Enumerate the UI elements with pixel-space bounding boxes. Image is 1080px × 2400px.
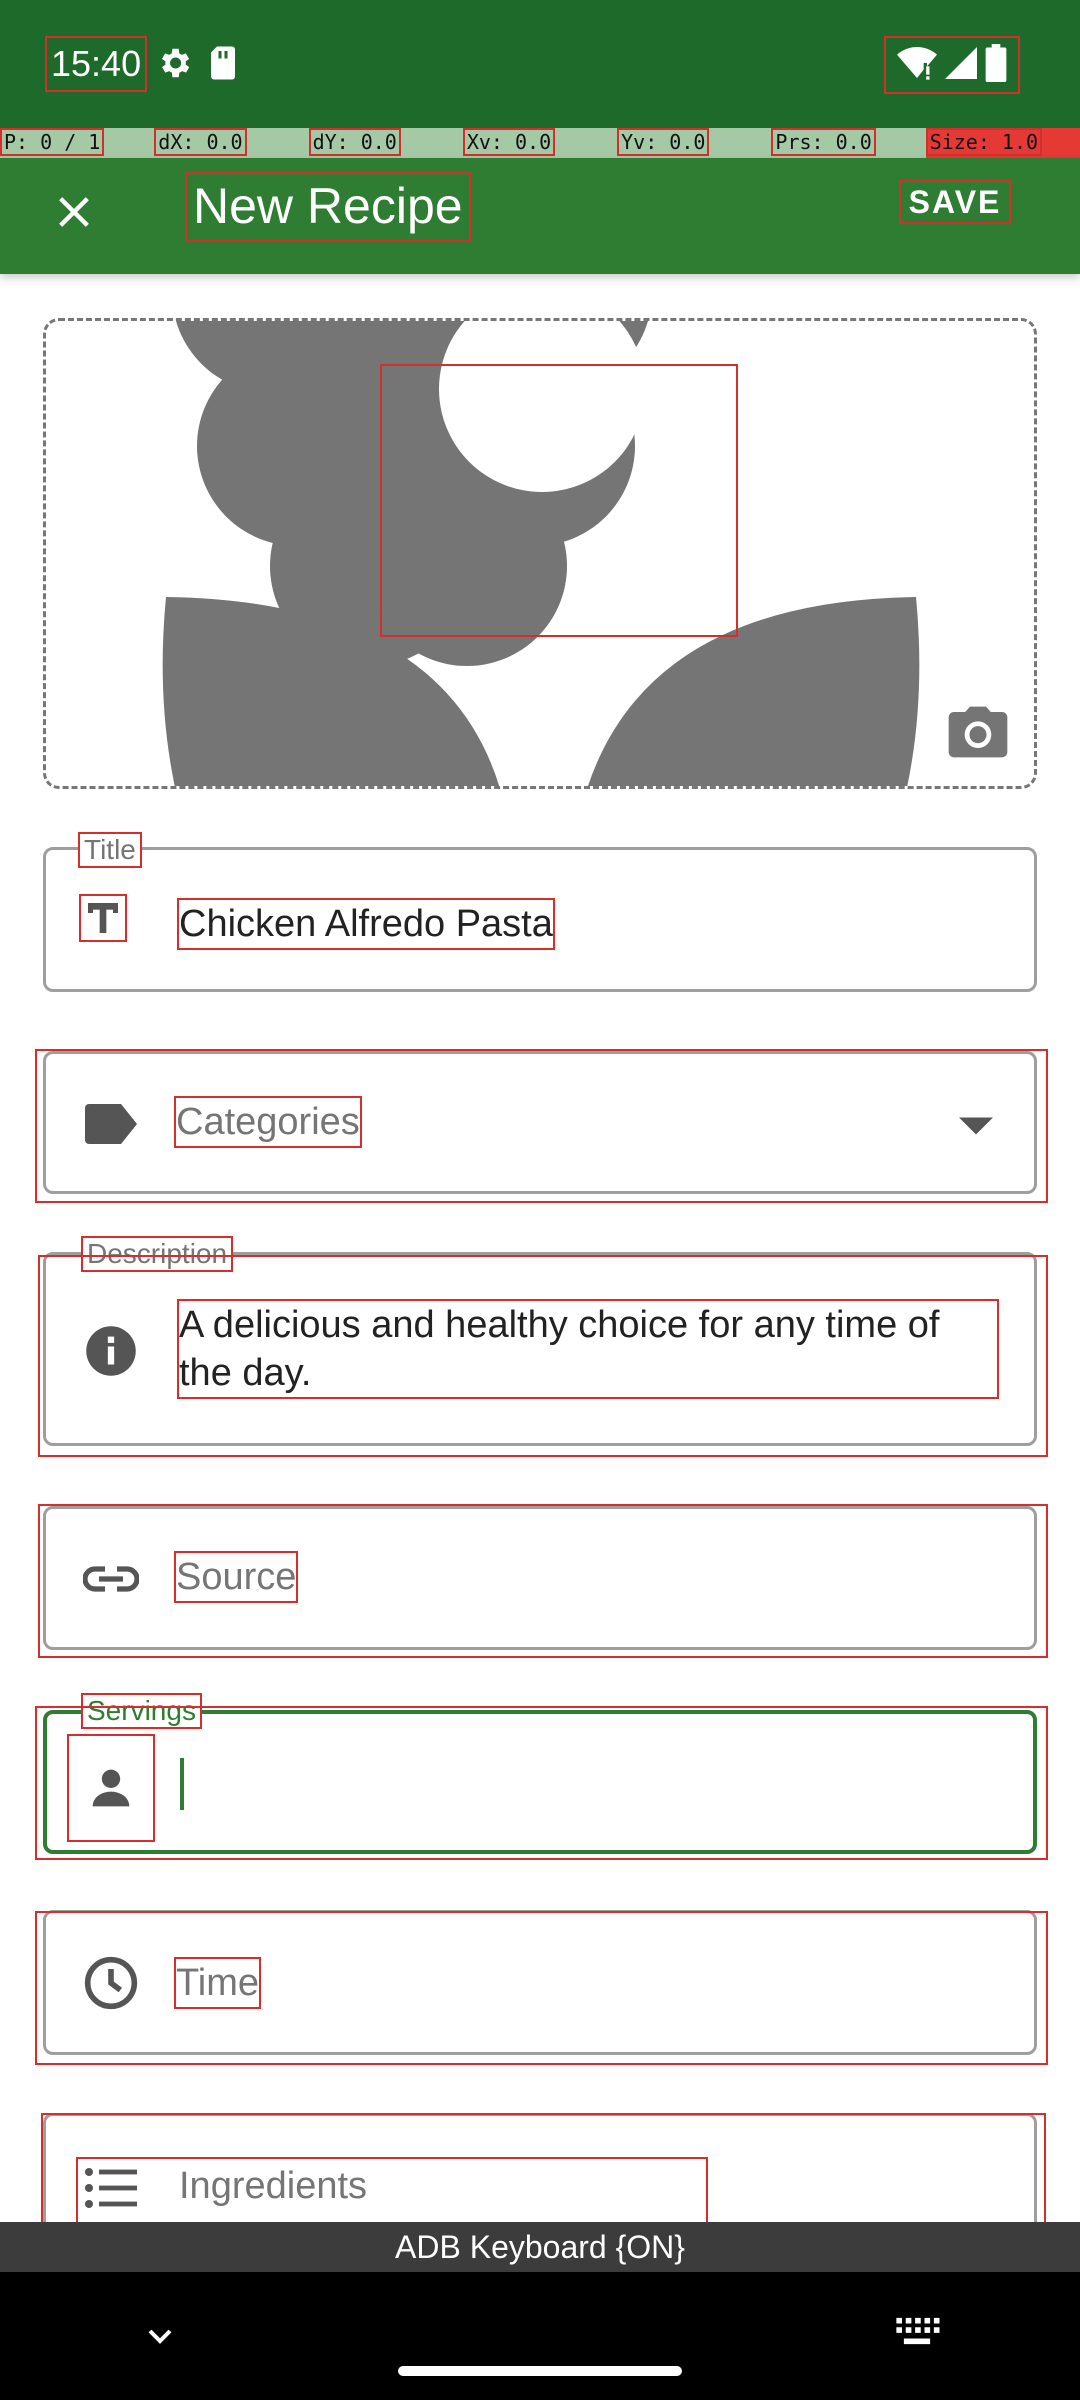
- close-icon: [59, 197, 89, 227]
- description-bounds: [38, 1255, 1048, 1457]
- status-bar: 15:40: [0, 0, 1080, 128]
- servings-bounds: [35, 1706, 1048, 1860]
- title-label: Title: [78, 832, 142, 868]
- keyboard-status-bar: ADB Keyboard {ON}: [0, 2222, 1080, 2272]
- settings-icon: [155, 44, 193, 87]
- sd-card-icon: [207, 45, 239, 86]
- pointer-debug-strip: P: 0 / 1 dX: 0.0 dY: 0.0 Xv: 0.0 Yv: 0.0…: [0, 128, 1080, 158]
- navigation-bar: [0, 2272, 1080, 2400]
- title-value[interactable]: Chicken Alfredo Pasta: [177, 898, 555, 950]
- debug-prs: Prs: 0.0: [771, 128, 876, 156]
- debug-yv: Yv: 0.0: [617, 128, 710, 156]
- debug-dy: dY: 0.0: [308, 128, 401, 156]
- image-placeholder-region: [380, 364, 738, 637]
- battery-icon: [985, 43, 1007, 87]
- close-button[interactable]: [40, 178, 108, 246]
- signal-icon: [945, 46, 977, 85]
- home-gesture-handle[interactable]: [398, 2366, 682, 2376]
- save-button[interactable]: SAVE: [899, 180, 1011, 224]
- camera-icon[interactable]: [946, 704, 1010, 760]
- chevron-down-icon[interactable]: [140, 2316, 184, 2360]
- time-bounds: [35, 1911, 1048, 2065]
- debug-dx: dX: 0.0: [154, 128, 247, 156]
- debug-xv: Xv: 0.0: [462, 128, 556, 156]
- debug-pointer: P: 0 / 1: [0, 128, 105, 156]
- debug-size: Size: 1.0: [925, 128, 1080, 158]
- status-icons-left: [155, 44, 239, 87]
- categories-bounds: [35, 1049, 1048, 1203]
- status-icons-right: [884, 36, 1020, 94]
- keyboard-icon[interactable]: [894, 2316, 944, 2356]
- source-bounds: [38, 1504, 1048, 1658]
- status-time: 15:40: [44, 36, 148, 92]
- title-icon: [79, 894, 127, 942]
- app-bar: New Recipe SAVE: [0, 158, 1080, 274]
- title-field[interactable]: Chicken Alfredo Pasta: [43, 847, 1037, 992]
- page-title: New Recipe: [185, 172, 471, 242]
- wifi-alert-icon: [897, 46, 937, 85]
